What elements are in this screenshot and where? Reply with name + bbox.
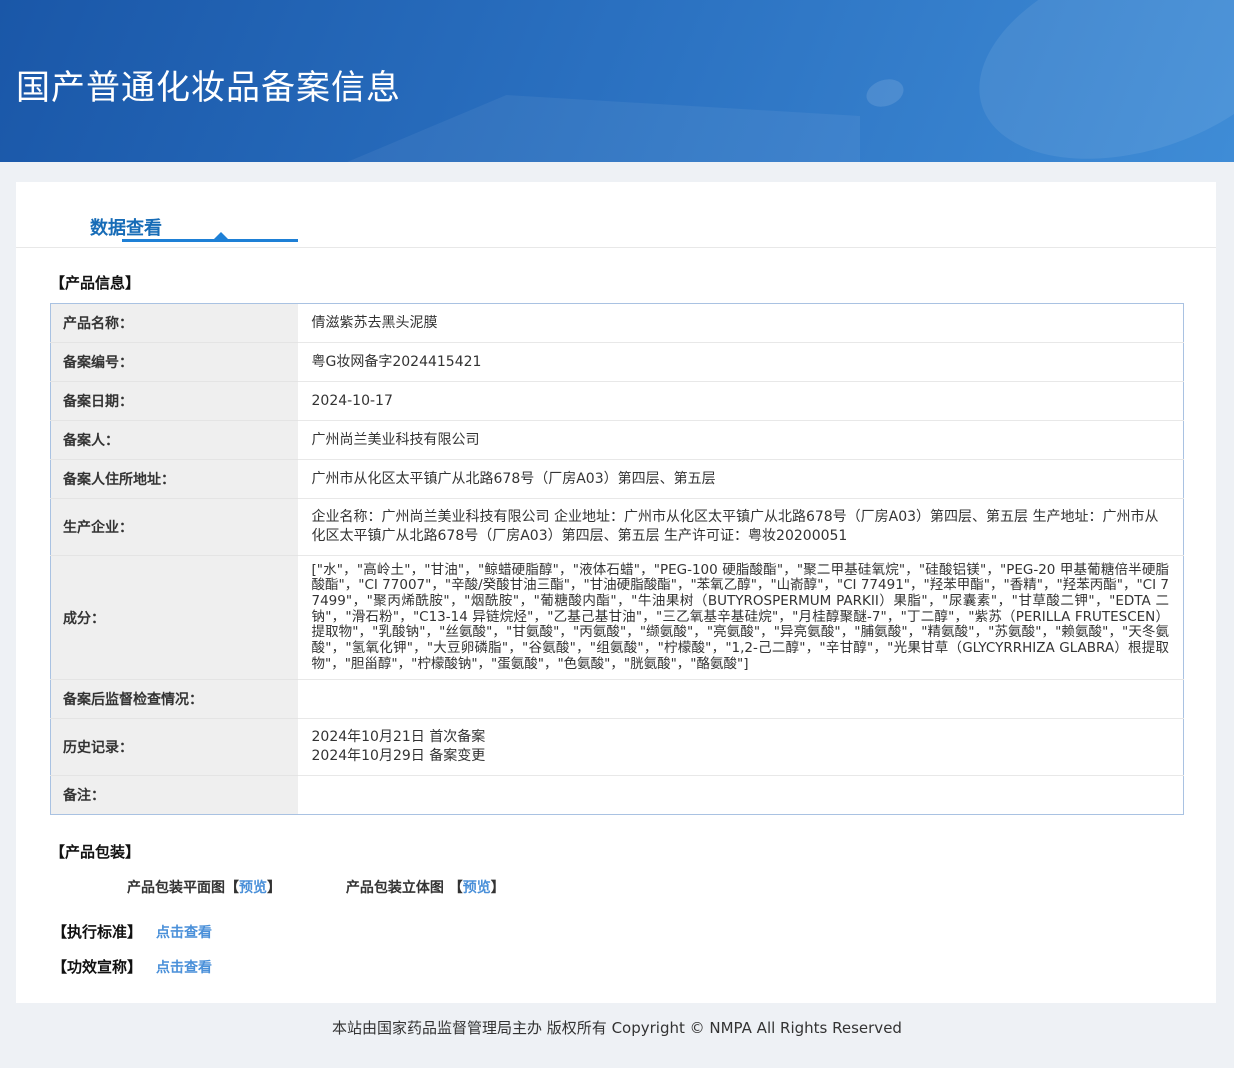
packaging-flat-label: 产品包装平面图	[127, 880, 225, 897]
bracket-close: 】	[490, 880, 505, 897]
row-value: 2024年10月21日 首次备案 2024年10月29日 备案变更	[297, 718, 1184, 777]
table-row: 备案编号： 粤G妆网备字2024415421	[50, 342, 1184, 382]
section-title-execution-standard: 【执行标准】	[52, 923, 143, 942]
row-label: 备案编号：	[50, 342, 298, 382]
tab-active-underline	[122, 232, 298, 242]
tab-bar: 数据查看	[16, 182, 1216, 248]
efficacy-claim-row: 【功效宣称】 点击查看	[52, 956, 1216, 977]
row-label: 备案人住所地址：	[50, 459, 298, 499]
row-value	[297, 775, 1184, 815]
packaging-3d-preview-link[interactable]: 预览	[463, 880, 491, 896]
packaging-flat-item: 产品包装平面图【预览】	[127, 877, 281, 897]
row-value: ["水"，"高岭土"，"甘油"，"鲸蜡硬脂醇"，"液体石蜡"，"PEG-100 …	[297, 555, 1184, 681]
packaging-links-row: 产品包装平面图【预览】 产品包装立体图 【预览】	[127, 877, 1216, 897]
bracket-open: 【	[448, 880, 463, 897]
header-decoration-polygon	[340, 95, 860, 162]
row-value: 广州尚兰美业科技有限公司	[297, 420, 1184, 460]
row-value: 倩滋紫苏去黑头泥膜	[297, 303, 1184, 343]
section-title-product-info: 【产品信息】	[50, 274, 141, 292]
execution-standard-row: 【执行标准】 点击查看	[52, 921, 1216, 942]
table-row: 产品名称： 倩滋紫苏去黑头泥膜	[50, 303, 1184, 343]
row-label: 生产企业：	[50, 498, 298, 556]
tab-data-view-label: 数据查看	[90, 218, 162, 239]
packaging-3d-item: 产品包装立体图 【预览】	[346, 877, 505, 897]
table-row: 备案人： 广州尚兰美业科技有限公司	[50, 420, 1184, 460]
row-label: 产品名称：	[50, 303, 298, 343]
table-row: 备案人住所地址： 广州市从化区太平镇广从北路678号（厂房A03）第四层、第五层	[50, 459, 1184, 499]
tab-data-view[interactable]: 数据查看	[90, 214, 298, 242]
efficacy-claim-view-link[interactable]: 点击查看	[156, 960, 212, 976]
row-label: 备案人：	[50, 420, 298, 460]
packaging-3d-label: 产品包装立体图	[345, 880, 449, 897]
row-label: 成分：	[50, 555, 298, 681]
row-value: 2024-10-17	[297, 381, 1184, 421]
section-title-packaging: 【产品包装】	[50, 843, 141, 862]
table-row: 备案日期： 2024-10-17	[50, 381, 1184, 421]
table-row: 生产企业： 企业名称：广州尚兰美业科技有限公司 企业地址：广州市从化区太平镇广从…	[50, 498, 1184, 556]
header-decoration-ellipse	[952, 0, 1234, 162]
row-label: 备注：	[50, 775, 298, 815]
bracket-open: 【	[225, 880, 239, 897]
product-info-table: 产品名称： 倩滋紫苏去黑头泥膜 备案编号： 粤G妆网备字2024415421 备…	[50, 303, 1184, 816]
execution-standard-view-link[interactable]: 点击查看	[156, 925, 212, 941]
row-label: 历史记录：	[50, 718, 298, 777]
header-decoration-dot	[862, 74, 908, 112]
row-value	[297, 679, 1184, 720]
section-title-efficacy-claim: 【功效宣称】	[52, 958, 143, 977]
table-row: 备案后监督检查情况：	[50, 679, 1184, 720]
page-header: 国产普通化妆品备案信息	[0, 0, 1234, 162]
row-value: 粤G妆网备字2024415421	[297, 342, 1184, 382]
table-row-ingredients: 成分： ["水"，"高岭土"，"甘油"，"鲸蜡硬脂醇"，"液体石蜡"，"PEG-…	[50, 555, 1184, 681]
row-value: 广州市从化区太平镇广从北路678号（厂房A03）第四层、第五层	[297, 459, 1184, 499]
page-footer: 本站由国家药品监督管理局主办 版权所有 Copyright © NMPA All…	[332, 1019, 902, 1038]
bracket-close: 】	[267, 880, 281, 897]
packaging-flat-preview-link[interactable]: 预览	[239, 880, 267, 896]
row-label: 备案日期：	[50, 381, 298, 421]
content-card: 数据查看 【产品信息】 产品名称： 倩滋紫苏去黑头泥膜 备案编号： 粤G妆网备字…	[16, 182, 1216, 1004]
table-row: 历史记录： 2024年10月21日 首次备案 2024年10月29日 备案变更	[50, 718, 1184, 777]
row-value: 企业名称：广州尚兰美业科技有限公司 企业地址：广州市从化区太平镇广从北路678号…	[297, 498, 1184, 556]
row-label: 备案后监督检查情况：	[50, 679, 298, 720]
table-row: 备注：	[50, 775, 1184, 815]
tab-active-indicator-icon	[214, 232, 228, 239]
page-title: 国产普通化妆品备案信息	[16, 68, 401, 108]
